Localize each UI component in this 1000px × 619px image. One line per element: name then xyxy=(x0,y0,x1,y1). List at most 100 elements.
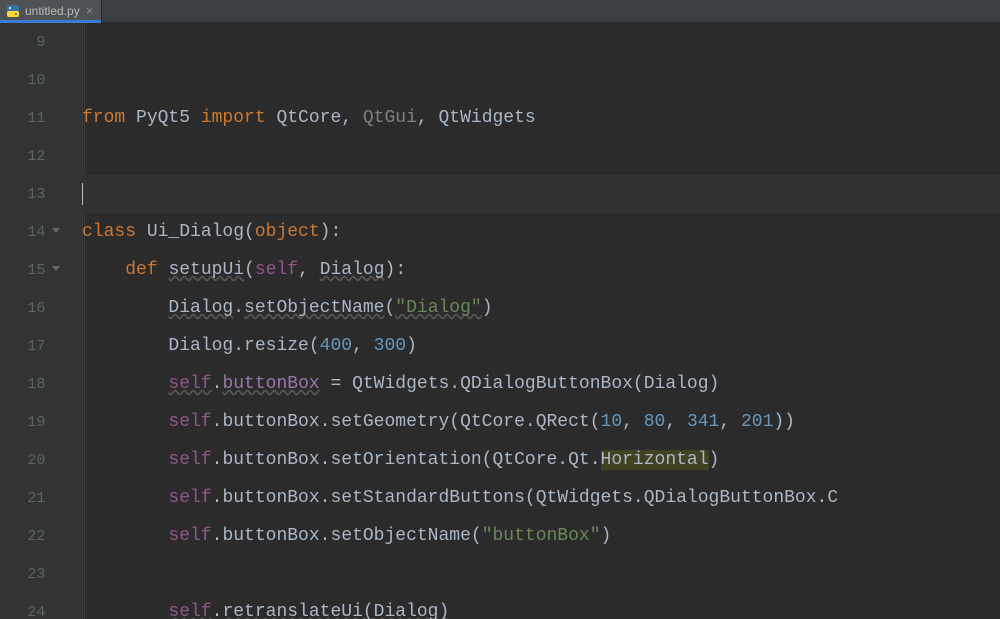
token: , xyxy=(341,108,363,128)
line-number: 21 xyxy=(0,479,51,517)
line-number: 16 xyxy=(0,289,51,327)
token: 341 xyxy=(687,412,719,432)
line-number: 10 xyxy=(0,61,51,99)
line-number: 22 xyxy=(0,517,51,555)
close-icon[interactable]: × xyxy=(86,3,94,18)
editor-tabbar: untitled.py × xyxy=(0,0,1000,23)
python-file-icon xyxy=(6,4,20,18)
line-number: 19 xyxy=(0,403,51,441)
token: .buttonBox.setGeometry(QtCore.QRect( xyxy=(212,412,601,432)
fold-open-icon xyxy=(51,227,61,237)
token: Dialog xyxy=(168,298,233,318)
code-line[interactable] xyxy=(82,555,1000,593)
fold-gutter[interactable] xyxy=(51,23,81,61)
gutter: 9101112131415161718192021222324 xyxy=(0,23,82,619)
code-line[interactable]: self.buttonBox.setStandardButtons(QtWidg… xyxy=(82,479,1000,517)
token: .buttonBox.setObjectName( xyxy=(212,526,482,546)
code-area[interactable]: from PyQt5 import QtCore, QtGui, QtWidge… xyxy=(82,23,1000,619)
line-number: 15 xyxy=(0,251,51,289)
code-line[interactable] xyxy=(82,175,1000,213)
token: , xyxy=(298,260,320,280)
fold-gutter[interactable] xyxy=(51,175,81,213)
fold-gutter[interactable] xyxy=(51,403,81,441)
line-number: 12 xyxy=(0,137,51,175)
token: self xyxy=(168,488,211,508)
fold-gutter[interactable] xyxy=(51,517,81,555)
code-line[interactable]: self.retranslateUi(Dialog) xyxy=(82,593,1000,619)
token: .buttonBox.setOrientation(QtCore.Qt. xyxy=(212,450,601,470)
line-number: 17 xyxy=(0,327,51,365)
token: , xyxy=(622,412,644,432)
token: ( xyxy=(244,222,255,242)
token: )) xyxy=(773,412,795,432)
fold-gutter[interactable] xyxy=(51,213,81,251)
token: ( xyxy=(244,260,255,280)
token: . xyxy=(212,602,223,619)
line-number: 13 xyxy=(0,175,51,213)
line-number: 18 xyxy=(0,365,51,403)
line-number: 11 xyxy=(0,99,51,137)
token: ): xyxy=(320,222,342,242)
fold-gutter[interactable] xyxy=(51,479,81,517)
fold-gutter[interactable] xyxy=(51,327,81,365)
fold-gutter[interactable] xyxy=(51,251,81,289)
token: Ui_Dialog xyxy=(147,222,244,242)
code-line[interactable]: def setupUi(self, Dialog): xyxy=(82,251,1000,289)
token: class xyxy=(82,222,147,242)
ide-window: untitled.py × 91011121314151617181920212… xyxy=(0,0,1000,619)
token: ): xyxy=(385,260,407,280)
token: self xyxy=(168,526,211,546)
fold-gutter[interactable] xyxy=(51,593,81,619)
fold-gutter[interactable] xyxy=(51,99,81,137)
token: . xyxy=(233,298,244,318)
token: 201 xyxy=(741,412,773,432)
token: Horizontal xyxy=(601,450,709,470)
token: Dialog xyxy=(320,260,385,280)
token: ) xyxy=(601,526,612,546)
file-tab[interactable]: untitled.py × xyxy=(0,0,102,22)
code-line[interactable]: self.buttonBox.setObjectName("buttonBox"… xyxy=(82,517,1000,555)
token: PyQt5 xyxy=(136,108,201,128)
token: , xyxy=(719,412,741,432)
line-number: 14 xyxy=(0,213,51,251)
token: object xyxy=(255,222,320,242)
token: ) xyxy=(709,450,720,470)
code-line[interactable] xyxy=(82,61,1000,99)
code-line[interactable] xyxy=(82,23,1000,61)
token: from xyxy=(82,108,136,128)
token: ) xyxy=(482,298,493,318)
code-line[interactable] xyxy=(82,137,1000,175)
code-editor[interactable]: 9101112131415161718192021222324 from PyQ… xyxy=(0,23,1000,619)
fold-gutter[interactable] xyxy=(51,555,81,593)
code-lines: from PyQt5 import QtCore, QtGui, QtWidge… xyxy=(82,23,1000,619)
code-line[interactable]: from PyQt5 import QtCore, QtGui, QtWidge… xyxy=(82,99,1000,137)
token: self xyxy=(168,374,211,394)
token: import xyxy=(201,108,277,128)
code-line[interactable]: class Ui_Dialog(object): xyxy=(82,213,1000,251)
code-line[interactable]: self.buttonBox.setGeometry(QtCore.QRect(… xyxy=(82,403,1000,441)
token: . xyxy=(212,374,223,394)
code-line[interactable]: Dialog.setObjectName("Dialog") xyxy=(82,289,1000,327)
token: 300 xyxy=(374,336,406,356)
token: setupUi xyxy=(168,260,244,280)
token: def xyxy=(125,260,168,280)
fold-gutter[interactable] xyxy=(51,61,81,99)
token: QtWidgets xyxy=(439,108,536,128)
token: .buttonBox.setStandardButtons(QtWidgets.… xyxy=(212,488,839,508)
code-line[interactable]: self.buttonBox.setOrientation(QtCore.Qt.… xyxy=(82,441,1000,479)
code-line[interactable]: Dialog.resize(400, 300) xyxy=(82,327,1000,365)
token: 10 xyxy=(601,412,623,432)
token: QtGui xyxy=(363,108,417,128)
token: , xyxy=(352,336,374,356)
token: QtCore xyxy=(276,108,341,128)
token: = QtWidgets.QDialogButtonBox(Dialog) xyxy=(320,374,720,394)
fold-gutter[interactable] xyxy=(51,137,81,175)
fold-gutter[interactable] xyxy=(51,441,81,479)
file-tab-label: untitled.py xyxy=(25,4,80,18)
token: self xyxy=(168,602,211,619)
token: retranslateUi(Dialog) xyxy=(222,602,449,619)
text-caret xyxy=(82,183,83,205)
code-line[interactable]: self.buttonBox = QtWidgets.QDialogButton… xyxy=(82,365,1000,403)
fold-gutter[interactable] xyxy=(51,289,81,327)
fold-gutter[interactable] xyxy=(51,365,81,403)
